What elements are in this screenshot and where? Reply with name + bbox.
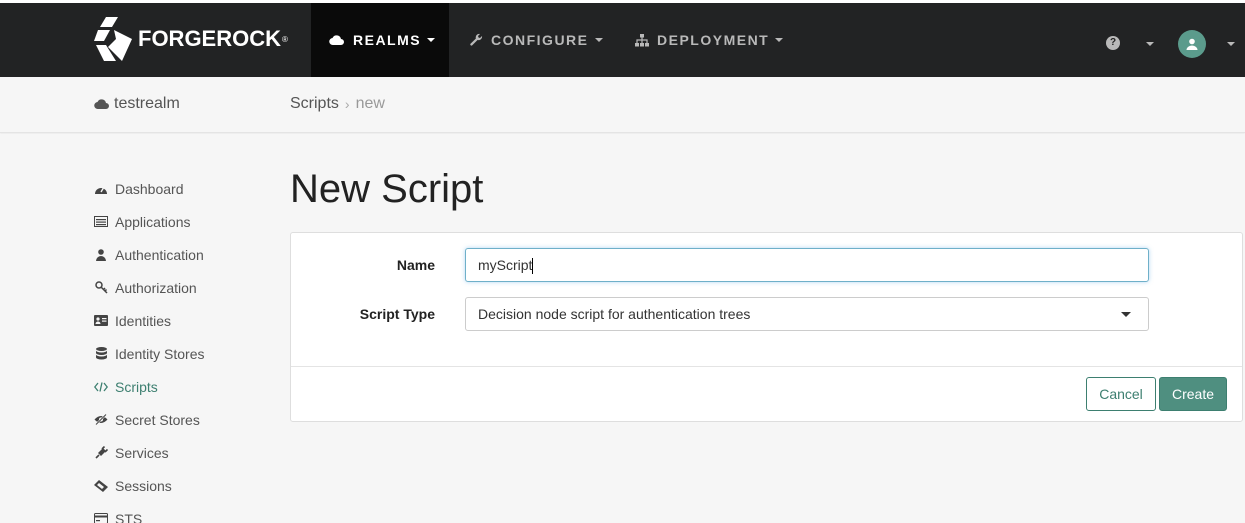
page-title: New Script (290, 167, 484, 211)
realm-name: testrealm (114, 95, 180, 112)
forgerock-logo[interactable]: FORGEROCK ® (94, 17, 288, 61)
nav-deployment[interactable]: DEPLOYMENT (635, 3, 784, 77)
sidebar-item-dashboard[interactable]: Dashboard (94, 172, 205, 205)
question-circle-icon[interactable]: ? (1106, 36, 1120, 50)
sidebar-item-label: Dashboard (115, 180, 184, 197)
plug-icon (94, 446, 108, 460)
wrench-icon (470, 33, 483, 46)
breadcrumb: Scripts › new (290, 95, 385, 113)
sidebar-item-sessions[interactable]: Sessions (94, 469, 205, 502)
sitemap-icon (635, 33, 649, 46)
user-icon (1186, 38, 1198, 50)
breadcrumb-separator-icon: › (344, 96, 350, 112)
id-card-icon (94, 314, 108, 328)
sidebar-item-scripts[interactable]: Scripts (94, 370, 205, 403)
credit-card-icon (94, 512, 108, 523)
brand-name: FORGEROCK (138, 26, 281, 51)
chevron-down-icon (594, 38, 603, 42)
sidebar-item-label: Applications (115, 213, 191, 230)
code-icon (94, 380, 108, 394)
create-button[interactable]: Create (1159, 377, 1227, 411)
name-label: Name (396, 257, 435, 273)
brand-trademark: ® (282, 34, 288, 44)
sidebar-item-identities[interactable]: Identities (94, 304, 205, 337)
sub-header: testrealm Scripts › new (0, 77, 1245, 133)
form-footer-divider (291, 366, 1242, 367)
sidebar-item-label: Sessions (115, 477, 172, 494)
sidebar: Dashboard Applications Authentication Au… (94, 172, 205, 523)
dashboard-icon (94, 182, 108, 196)
script-type-value: Decision node script for authentication … (478, 306, 751, 322)
text-cursor (532, 258, 534, 275)
avatar[interactable] (1178, 30, 1206, 58)
database-icon (94, 347, 108, 361)
nav-realms[interactable]: REALMS (311, 3, 449, 77)
key-icon (94, 281, 108, 295)
sidebar-item-label: Authentication (115, 246, 204, 263)
ticket-icon (94, 479, 108, 493)
nav-configure[interactable]: CONFIGURE (469, 3, 603, 77)
sidebar-item-label: Scripts (115, 378, 158, 395)
sidebar-item-label: Authorization (115, 279, 197, 296)
breadcrumb-current: new (355, 95, 385, 112)
script-type-label: Script Type (359, 306, 435, 322)
eye-slash-icon (94, 413, 108, 427)
sidebar-item-label: Identities (115, 312, 172, 329)
script-type-select[interactable]: Decision node script for authentication … (465, 297, 1149, 331)
cloud-icon (329, 35, 344, 46)
nav-deployment-label: DEPLOYMENT (657, 32, 770, 48)
top-navbar: FORGEROCK ® REALMS CONFIGURE DEPLOYMENT ? (0, 0, 1245, 77)
sidebar-item-label: Identity Stores (115, 345, 205, 362)
user-menu-chevron-down-icon[interactable] (1227, 42, 1235, 46)
sidebar-item-label: Secret Stores (115, 411, 200, 428)
sidebar-item-applications[interactable]: Applications (94, 205, 205, 238)
breadcrumb-scripts[interactable]: Scripts (290, 95, 339, 113)
name-input[interactable]: myScript (465, 248, 1149, 282)
sidebar-item-authorization[interactable]: Authorization (94, 271, 205, 304)
caret-down-icon (1121, 312, 1131, 317)
forgerock-mark-icon (94, 17, 132, 61)
sidebar-item-identity-stores[interactable]: Identity Stores (94, 337, 205, 370)
cancel-button[interactable]: Cancel (1086, 377, 1156, 411)
sidebar-item-label: STS (115, 510, 143, 523)
new-script-form: Name myScript Script Type Decision node … (290, 232, 1243, 422)
nav-realms-label: REALMS (353, 32, 422, 48)
sidebar-item-authentication[interactable]: Authentication (94, 238, 205, 271)
cloud-icon (94, 99, 109, 110)
list-alt-icon (94, 215, 108, 229)
user-icon (94, 248, 108, 262)
nav-configure-label: CONFIGURE (491, 32, 589, 48)
realm-link[interactable]: testrealm (94, 95, 180, 113)
sidebar-item-secret-stores[interactable]: Secret Stores (94, 403, 205, 436)
name-input-value: myScript (478, 257, 533, 273)
sidebar-item-label: Services (115, 444, 169, 461)
chevron-down-icon (775, 38, 784, 42)
chevron-down-icon (427, 38, 436, 42)
sidebar-item-sts[interactable]: STS (94, 502, 205, 523)
sidebar-item-services[interactable]: Services (94, 436, 205, 469)
help-menu-chevron-down-icon[interactable] (1146, 42, 1154, 46)
